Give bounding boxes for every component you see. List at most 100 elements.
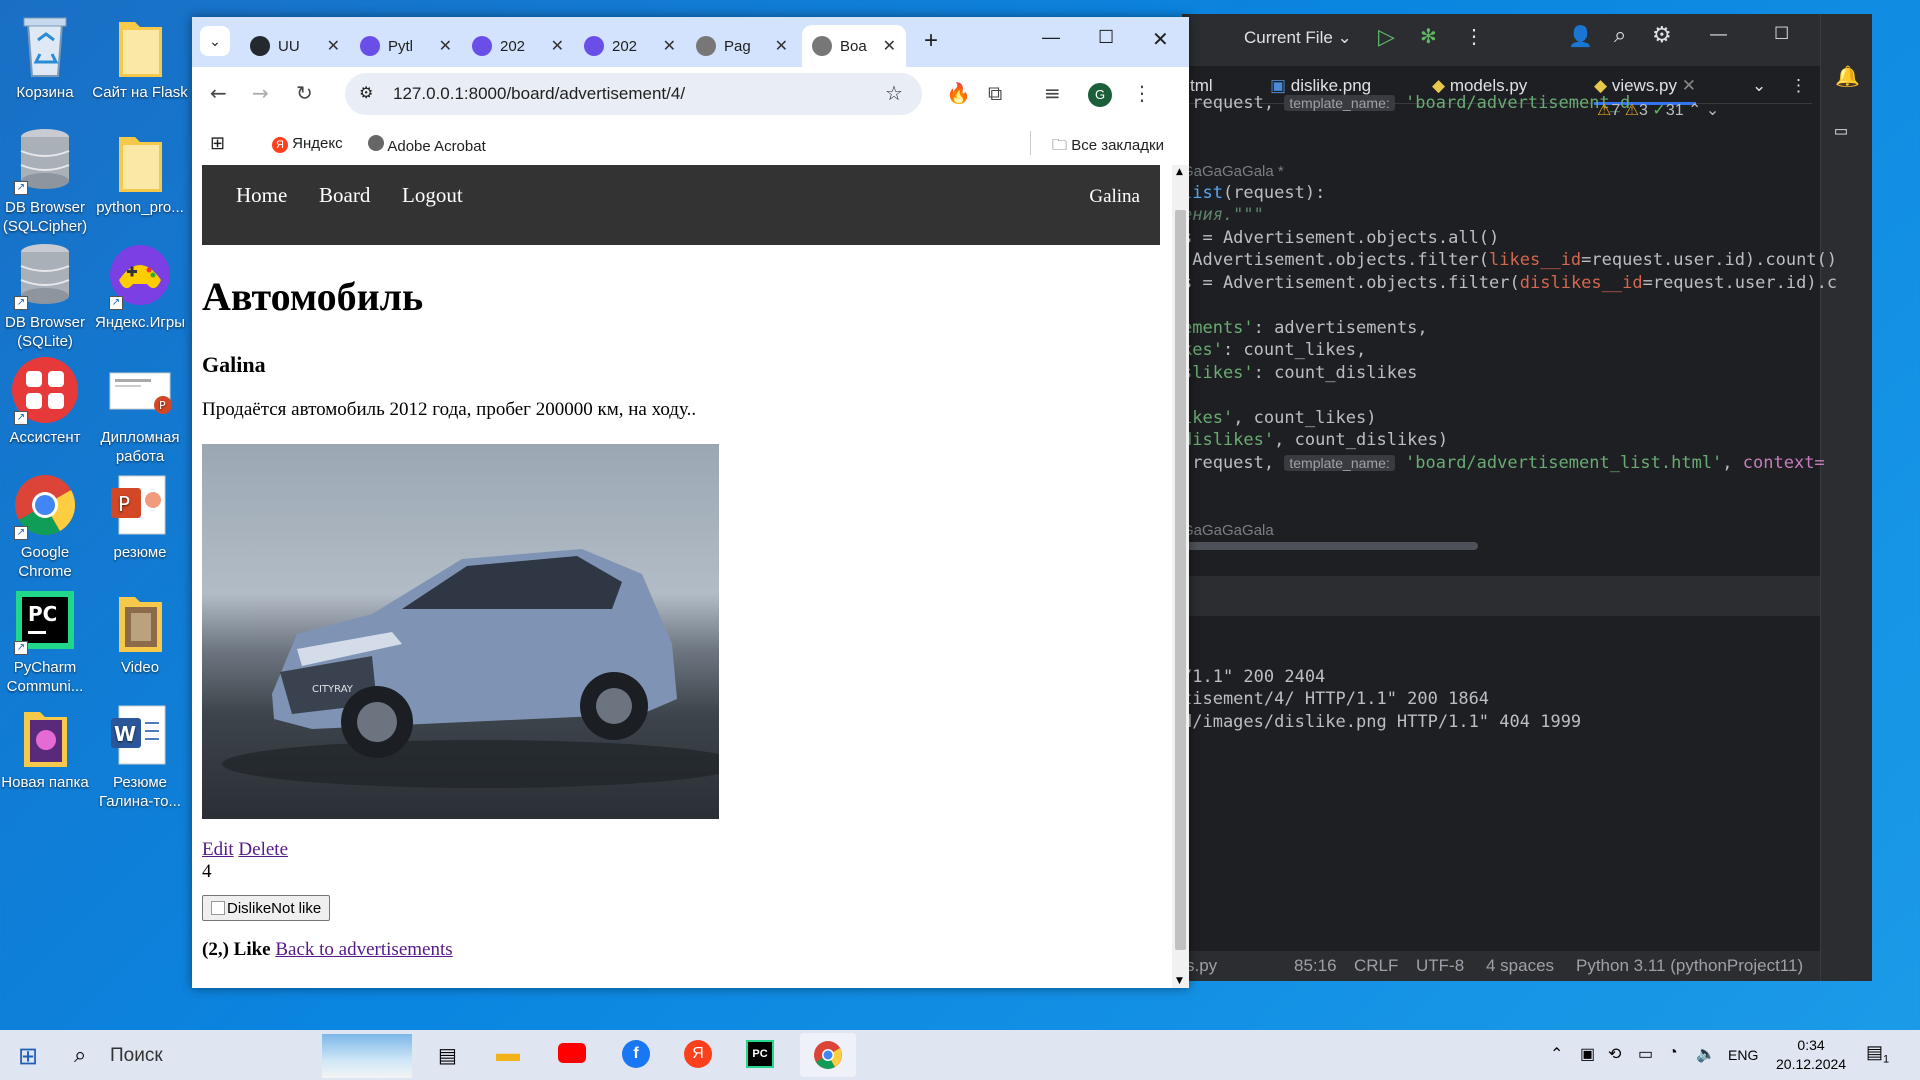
run-panel-header <box>1182 576 1820 616</box>
database-icon: ↗ <box>10 125 80 195</box>
maximize-icon[interactable]: ☐ <box>1774 24 1789 44</box>
horizontal-scrollbar[interactable] <box>1182 542 1478 550</box>
close-tab-icon[interactable]: ✕ <box>775 36 788 56</box>
desktop-icon-db-browser-sqlite[interactable]: ↗ DB Browser (SQLite) <box>0 240 93 351</box>
desktop-icon-resume-docx[interactable]: W Резюме Галина-то... <box>92 700 188 811</box>
run-config-selector[interactable]: Current File ⌄ <box>1244 28 1352 48</box>
globe-icon <box>368 135 384 151</box>
minimize-icon[interactable]: — <box>1042 27 1060 48</box>
apps-grid-icon[interactable]: ⊞ <box>210 133 225 154</box>
browser-tab[interactable]: Pag ✕ <box>686 25 798 67</box>
desktop-icon-google-chrome[interactable]: ↗ Google Chrome <box>0 470 93 581</box>
recycle-bin-icon <box>10 10 80 80</box>
delete-link[interactable]: Delete <box>238 839 288 860</box>
scrollbar-thumb[interactable] <box>1175 210 1186 950</box>
forward-icon[interactable]: → <box>252 81 269 105</box>
file-explorer-icon[interactable]: ▬ <box>496 1040 520 1068</box>
pycharm-taskbar-icon[interactable]: PC <box>746 1040 774 1068</box>
close-tab-icon[interactable]: ✕ <box>439 36 452 56</box>
desktop-icon-assistant[interactable]: ↗ Ассистент <box>0 355 93 447</box>
desktop-icon-diploma-presentation[interactable]: P Дипломная работа <box>92 355 188 466</box>
tray-icon[interactable]: ⟲ <box>1608 1044 1621 1064</box>
nav-board-link[interactable]: Board <box>319 183 370 208</box>
all-bookmarks[interactable]: 🗀 Все закладки <box>1052 135 1164 160</box>
close-tab-icon[interactable]: ✕ <box>883 36 896 56</box>
close-tab-icon[interactable]: ✕ <box>327 36 340 56</box>
desktop-icon-flask-site[interactable]: Сайт на Flask <box>92 10 188 102</box>
close-tab-icon[interactable]: ✕ <box>663 36 676 56</box>
desktop-icon-new-folder[interactable]: Новая папка <box>0 700 93 792</box>
desktop-icon-video-folder[interactable]: Video <box>92 585 188 677</box>
add-user-icon[interactable]: 👤 <box>1568 24 1593 49</box>
show-hidden-icons[interactable]: ⌃ <box>1550 1044 1563 1064</box>
maximize-icon[interactable]: ☐ <box>1098 27 1114 48</box>
new-tab-icon[interactable]: + <box>924 27 938 55</box>
taskbar: ⊞ ⌕ Поиск ▤ ▬ f Я PC ⌃ ▣ ⟲ ▭ ◔ 🔈 ENG 0:3… <box>0 1030 1920 1080</box>
desktop-icon-resume-pptx[interactable]: P резюме <box>92 470 188 562</box>
site-info-icon[interactable]: ⚙ <box>359 83 373 103</box>
browser-tab[interactable]: UU ✕ <box>240 25 350 67</box>
browser-tab[interactable]: Pytl ✕ <box>350 25 462 67</box>
browser-tab[interactable]: 202 ✕ <box>462 25 574 67</box>
reload-icon[interactable]: ↻ <box>296 81 313 105</box>
bookmark-yandex[interactable]: Я Яндекс <box>272 135 343 153</box>
volume-icon[interactable]: 🔈 <box>1696 1044 1716 1064</box>
task-view-icon[interactable]: ▤ <box>438 1043 457 1068</box>
minimize-icon[interactable]: — <box>1710 24 1727 44</box>
media-controls-icon[interactable]: ≡ <box>1044 81 1061 105</box>
address-bar[interactable]: ⚙ 127.0.0.1:8000/board/advertisement/4/ … <box>345 73 922 115</box>
edit-link[interactable]: Edit <box>202 839 234 860</box>
chrome-taskbar-active[interactable] <box>800 1033 856 1077</box>
tray-icon[interactable]: ▣ <box>1580 1044 1595 1064</box>
tab-search-icon[interactable]: ⌄ <box>200 26 230 56</box>
likes-row: (2,) Like Back to advertisements <box>202 939 453 961</box>
yandex-icon: Я <box>272 137 288 153</box>
desktop-icon-yandex-games[interactable]: ↗ Яндекс.Игры <box>92 240 188 332</box>
battery-icon[interactable]: ▭ <box>1638 1044 1653 1064</box>
extensions-icon[interactable]: ⧉ <box>988 81 1002 105</box>
bookmark-adobe-acrobat[interactable]: Adobe Acrobat <box>368 135 486 155</box>
desktop-icon-db-browser-sqlcipher[interactable]: ↗ DB Browser (SQLCipher) <box>0 125 93 236</box>
nav-home-link[interactable]: Home <box>236 183 287 208</box>
facebook-icon[interactable]: f <box>622 1040 650 1068</box>
browser-tab[interactable]: 202 ✕ <box>574 25 686 67</box>
more-icon[interactable]: ⋮ <box>1464 24 1484 49</box>
back-to-advertisements-link[interactable]: Back to advertisements <box>275 939 452 960</box>
scroll-down-icon[interactable]: ▼ <box>1176 976 1183 986</box>
bookmark-star-icon[interactable]: ☆ <box>885 81 903 106</box>
back-icon[interactable]: ← <box>210 81 227 105</box>
desktop-icon-recycle-bin[interactable]: Корзина <box>0 10 93 102</box>
language-indicator[interactable]: ENG <box>1728 1047 1758 1063</box>
notifications-icon[interactable]: 🔔 <box>1835 64 1860 88</box>
yandex-browser-icon[interactable]: Я <box>684 1040 712 1068</box>
close-icon[interactable]: ✕ <box>1152 27 1169 52</box>
tabs-dropdown-icon[interactable]: ⌄ <box>1752 76 1766 96</box>
car-badge: CITYRAY <box>312 684 354 695</box>
desktop-icon-python-pro-folder[interactable]: python_pro... <box>92 125 188 217</box>
search-icon[interactable]: ⌕ <box>1614 22 1626 48</box>
toolbox-icon[interactable]: ▭ <box>1835 118 1847 142</box>
tabs-more-icon[interactable]: ⋮ <box>1790 76 1807 96</box>
windows-start-icon[interactable]: ⊞ <box>18 1042 38 1071</box>
run-icon[interactable]: ▷ <box>1378 24 1395 50</box>
close-tab-icon[interactable]: ✕ <box>551 36 564 56</box>
profile-avatar[interactable]: G <box>1088 83 1112 107</box>
browser-tab-active[interactable]: Boa ✕ <box>802 25 906 67</box>
powerpoint-file-icon: P <box>105 470 175 540</box>
youtube-icon[interactable] <box>558 1043 586 1063</box>
taskbar-search[interactable]: ⌕ Поиск <box>60 1030 420 1080</box>
page-scrollbar[interactable]: ▲ ▼ <box>1172 165 1189 988</box>
dislike-button[interactable]: DislikeNot like <box>202 895 331 921</box>
notification-center-icon[interactable]: ▤1 <box>1866 1042 1889 1066</box>
nav-logout-link[interactable]: Logout <box>402 183 463 208</box>
extension-flame-icon[interactable]: 🔥 <box>946 81 971 105</box>
clock[interactable]: 0:34 20.12.2024 <box>1776 1036 1846 1074</box>
desktop-icon-pycharm[interactable]: PC ↗ PyCharm Communi... <box>0 585 93 696</box>
scroll-up-icon[interactable]: ▲ <box>1176 167 1183 177</box>
close-tab-icon[interactable]: ✕ <box>1682 76 1696 95</box>
settings-icon[interactable]: ⚙ <box>1652 22 1672 48</box>
chrome-menu-icon[interactable]: ⋮ <box>1132 81 1152 105</box>
debug-icon[interactable]: ✻ <box>1420 24 1437 49</box>
wifi-icon[interactable]: ◔ <box>1668 1044 1678 1062</box>
inspection-widget[interactable]: ⚠7 ⚠3 ✓31 ⌃ ⌄ <box>1597 100 1719 120</box>
